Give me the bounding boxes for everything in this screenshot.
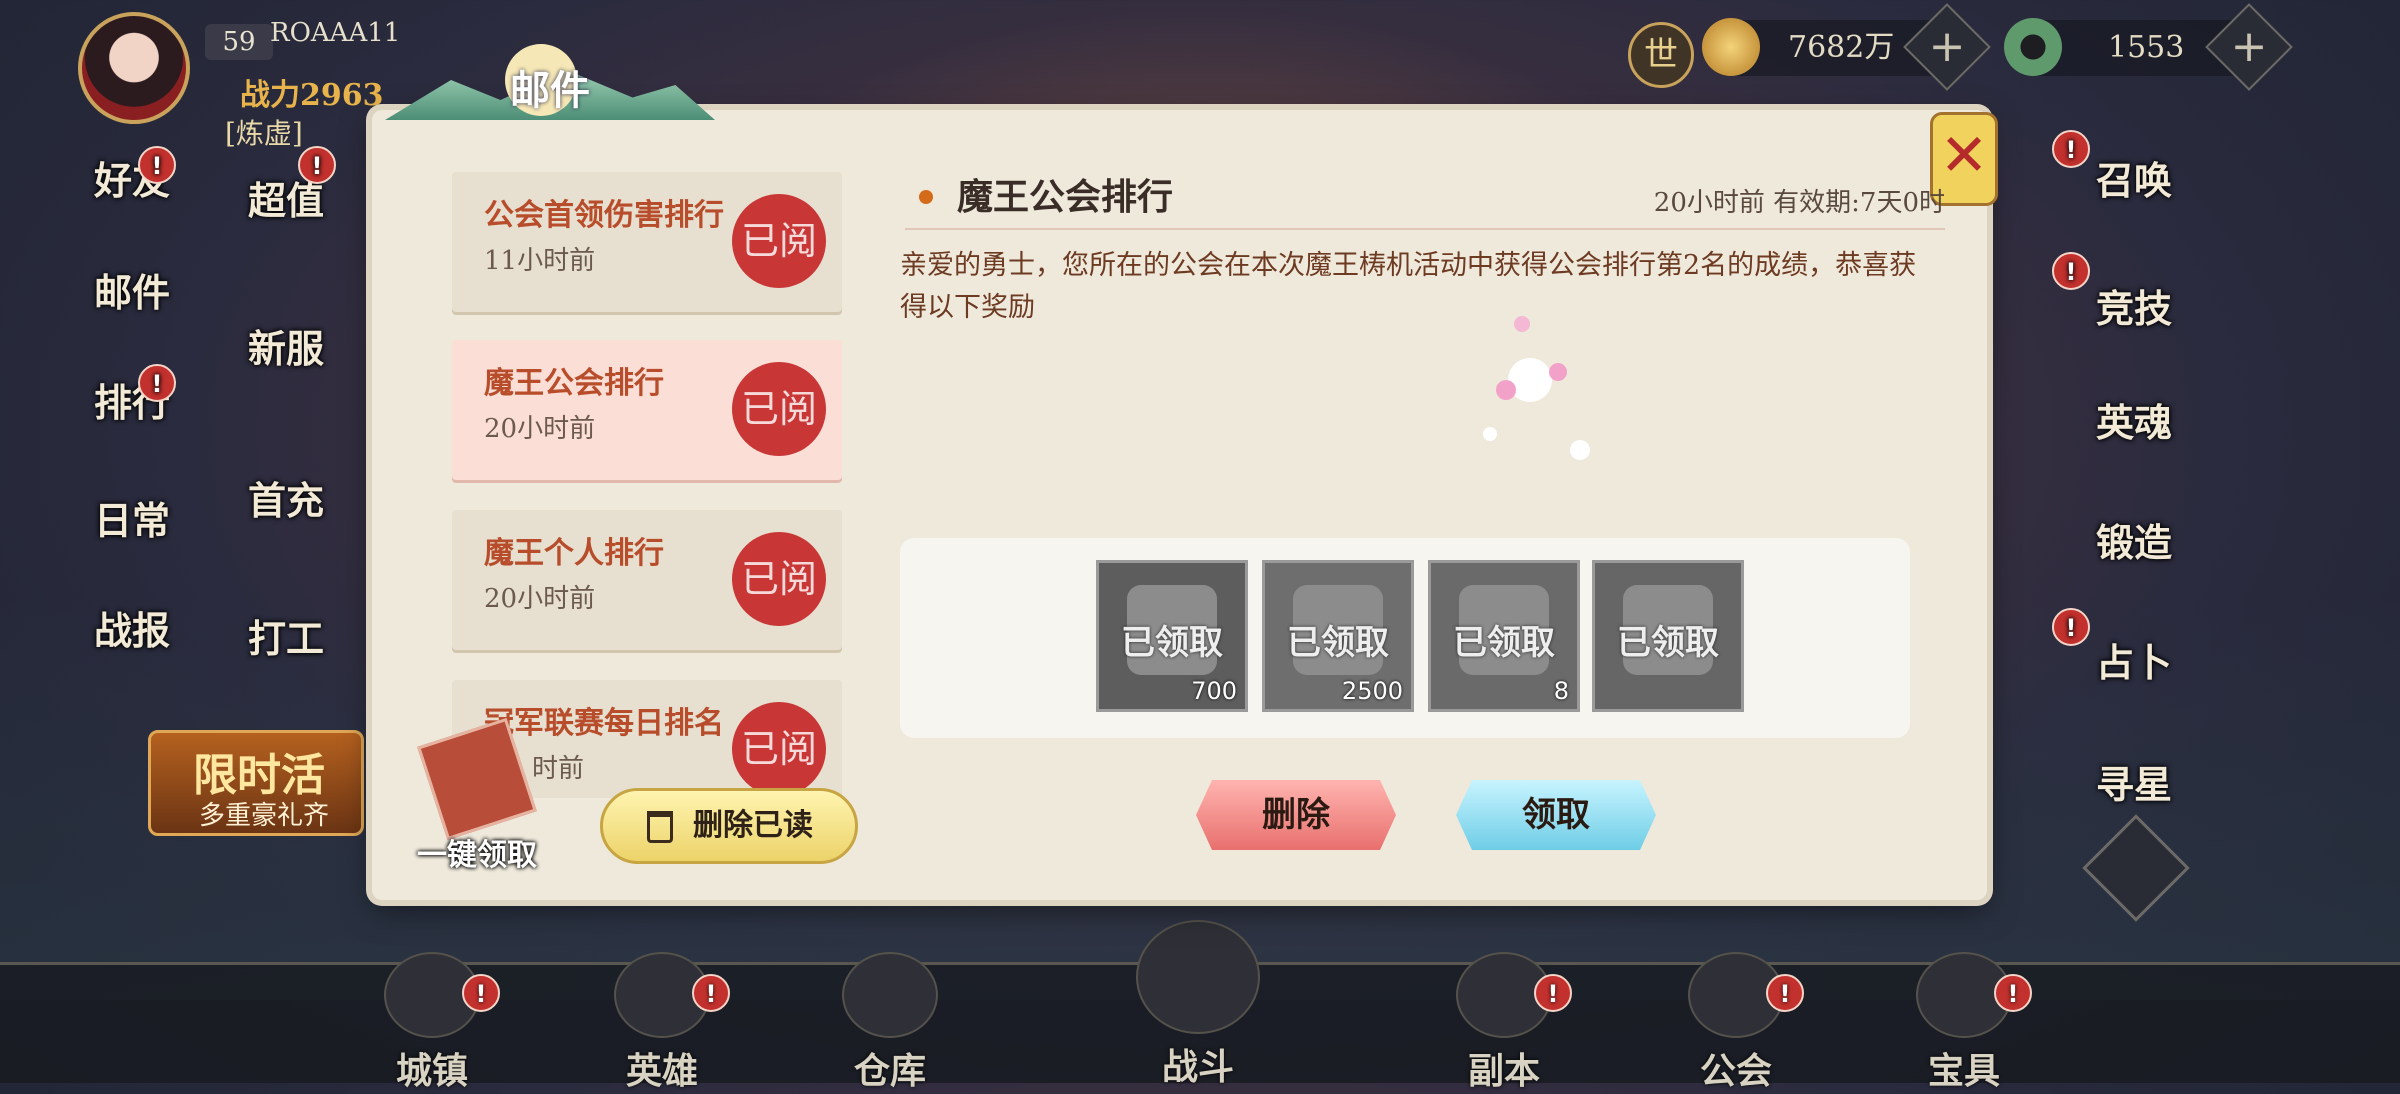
bullet-icon: [919, 190, 933, 204]
reward-slot[interactable]: 已领取 2500: [1262, 560, 1414, 712]
read-stamp-icon: 已阅: [732, 532, 826, 626]
gold-resource: 7682万 +: [1702, 3, 1991, 91]
menu-summon[interactable]: 召唤 !: [2052, 130, 2194, 205]
gold-coin-icon: [1702, 18, 1760, 76]
mail-item-title: 公会首领伤害排行: [484, 198, 724, 233]
nav-dungeon[interactable]: 副本 !: [1424, 952, 1584, 1094]
mail-dialog-title: 邮件: [510, 67, 590, 114]
reward-status: 已领取: [1453, 623, 1555, 663]
player-name: ROAAA11: [270, 18, 401, 48]
delete-read-button[interactable]: 删除已读: [600, 788, 858, 864]
mail-list-item[interactable]: 公会首领伤害排行 11小时前 已阅: [452, 172, 842, 312]
player-level: 59: [205, 24, 273, 60]
read-stamp-icon: 已阅: [732, 194, 826, 288]
player-avatar[interactable]: [78, 12, 190, 124]
reward-status: 已领取: [1617, 623, 1719, 663]
player-title: [炼虚]: [225, 117, 303, 150]
arena-alert-badge: !: [2052, 252, 2090, 290]
reward-slot[interactable]: 已领取: [1592, 560, 1744, 712]
warehouse-icon: [842, 952, 938, 1038]
treasures-alert-badge: !: [1994, 974, 2032, 1012]
player-power: 战力2963: [240, 78, 384, 113]
reward-status: 已领取: [1287, 623, 1389, 663]
reward-slot[interactable]: 已领取 700: [1096, 560, 1248, 712]
gold-value: 7682万: [1788, 30, 1895, 65]
menu-friends[interactable]: 好友 !: [72, 146, 192, 205]
reward-status: 已领取: [1121, 623, 1223, 663]
menu-star-seek[interactable]: 寻星: [2074, 754, 2194, 809]
jade-resource: 1553 +: [2004, 3, 2293, 91]
friends-alert-badge: !: [138, 146, 176, 184]
menu-divination[interactable]: 占卜 !: [2052, 608, 2194, 687]
heroes-alert-badge: !: [692, 974, 730, 1012]
reward-count: 700: [1191, 677, 1237, 705]
reward-slot[interactable]: 已领取 8: [1428, 560, 1580, 712]
value-deals-alert-badge: !: [298, 146, 336, 184]
world-label: 世: [1644, 35, 1678, 75]
nav-heroes[interactable]: 英雄 !: [582, 952, 742, 1094]
menu-new-server[interactable]: 新服: [226, 318, 346, 373]
mail-list[interactable]: 公会首领伤害排行 11小时前 已阅 魔王公会排行 20小时前 已阅 魔王个人排行…: [452, 168, 842, 798]
mail-detail-header: 魔王公会排行 20小时前 有效期:7天0时: [905, 168, 1945, 230]
read-stamp-icon: 已阅: [732, 362, 826, 456]
reward-count: 8: [1553, 677, 1569, 705]
mail-item-time: 20小时前: [484, 584, 596, 614]
menu-daily[interactable]: 日常: [72, 490, 192, 545]
jade-value: 1553: [2108, 30, 2185, 65]
menu-value-deals[interactable]: 超值 !: [226, 146, 346, 225]
limited-event-banner[interactable]: 限时活 多重豪礼齐: [148, 730, 364, 836]
gift-box-icon: [417, 717, 537, 841]
menu-forge[interactable]: 锻造: [2074, 512, 2194, 567]
mail-item-time: 11小时前: [484, 246, 596, 276]
town-alert-badge: !: [462, 974, 500, 1012]
world-chat-button[interactable]: 世: [1628, 22, 1694, 88]
top-bar: 59 ROAAA11 战力2963 [炼虚] 世 7682万 + 1553 +: [0, 0, 2400, 150]
menu-arena[interactable]: 竞技 !: [2052, 252, 2194, 333]
claim-all-button[interactable]: 一键领取: [402, 717, 552, 873]
close-icon: ✕: [1939, 121, 1989, 189]
reward-count: 2500: [1341, 677, 1403, 705]
delete-button[interactable]: 删除: [1196, 780, 1396, 850]
mail-detail-title: 魔王公会排行: [957, 176, 1174, 218]
dungeon-alert-badge: !: [1534, 974, 1572, 1012]
trash-icon: [647, 811, 673, 843]
mail-item-title: 魔王公会排行: [484, 366, 664, 401]
event-subtitle: 多重豪礼齐: [199, 801, 330, 831]
guild-alert-badge: !: [1766, 974, 1804, 1012]
nav-warehouse[interactable]: 仓库: [810, 952, 970, 1094]
mail-list-item-selected[interactable]: 魔王公会排行 20小时前 已阅: [452, 340, 842, 480]
add-gold-button[interactable]: +: [1903, 3, 1991, 91]
mail-body-text: 亲爱的勇士，您所在的公会在本次魔王梼机活动中获得公会排行第2名的成绩，恭喜获得以…: [900, 250, 1917, 323]
mail-item-time: 20小时前: [484, 414, 596, 444]
add-jade-button[interactable]: +: [2205, 3, 2293, 91]
read-stamp-icon: 已阅: [732, 702, 826, 796]
claim-button[interactable]: 领取: [1456, 780, 1656, 850]
nav-town[interactable]: 城镇 !: [352, 952, 512, 1094]
mail-detail-meta: 20小时前 有效期:7天0时: [1653, 188, 1945, 218]
menu-mail[interactable]: 邮件: [72, 262, 192, 317]
divination-alert-badge: !: [2052, 608, 2090, 646]
battle-icon: [1136, 920, 1260, 1034]
mail-item-title: 魔王个人排行: [484, 536, 664, 571]
ranking-alert-badge: !: [138, 364, 176, 402]
nav-battle[interactable]: 战斗: [1118, 920, 1278, 1090]
menu-hero-soul[interactable]: 英魂: [2074, 392, 2194, 447]
claim-all-label: 一键领取: [417, 838, 537, 873]
menu-battle-report[interactable]: 战报: [72, 600, 192, 655]
event-title: 限时活: [193, 750, 325, 801]
nav-treasures[interactable]: 宝具 !: [1884, 952, 2044, 1094]
menu-first-recharge[interactable]: 首充: [226, 470, 346, 525]
menu-work[interactable]: 打工: [226, 608, 346, 663]
nav-guild[interactable]: 公会 !: [1656, 952, 1816, 1094]
delete-read-label: 删除已读: [693, 808, 813, 843]
mail-list-item[interactable]: 魔王个人排行 20小时前 已阅: [452, 510, 842, 650]
sparkle-effect: [1483, 316, 1590, 460]
jade-icon: [2004, 18, 2062, 76]
menu-ranking[interactable]: 排行 !: [72, 364, 192, 427]
summon-alert-badge: !: [2052, 130, 2090, 168]
